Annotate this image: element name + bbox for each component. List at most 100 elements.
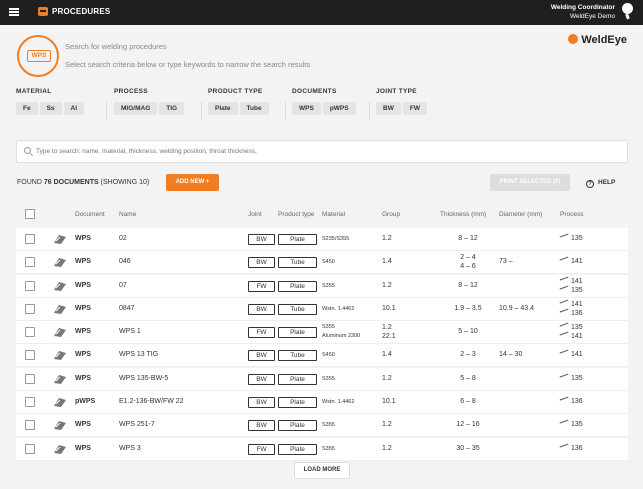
filter-divider <box>106 102 107 120</box>
process-code: 136 <box>571 444 583 452</box>
process-line: 136 <box>559 308 583 318</box>
table-row[interactable]: pWPS E1.2-136-BW/FW 22 BW Plate Wstn. 1.4462… <box>16 391 628 415</box>
table-row[interactable]: WPS WPS 13 TIG BW Tube S450 1.4 2 – 3 14 – 30 14… <box>16 344 628 368</box>
col-diameter[interactable]: Diameter (mm) <box>499 211 542 218</box>
procedure-name[interactable]: 07 <box>119 282 127 289</box>
thickness: 5 – 8 <box>460 374 476 382</box>
procedure-name[interactable]: WPS 1 <box>119 328 141 335</box>
search-input[interactable] <box>36 142 616 161</box>
procedure-name[interactable]: WPS 251-7 <box>119 421 155 428</box>
filter-chips: WPS pWPS <box>292 102 356 115</box>
group: 1.4 <box>382 351 392 359</box>
row-checkbox[interactable] <box>25 443 35 454</box>
process: 135 <box>559 233 583 243</box>
thickness: 5 – 10 <box>458 328 478 336</box>
filter-chip-plate[interactable]: Plate <box>208 102 238 115</box>
document-type-icon <box>53 256 67 268</box>
joint-badge: BW <box>248 420 275 432</box>
print-selected-button[interactable]: PRINT SELECTED (0) <box>490 174 570 191</box>
thickness: 2 – 3 <box>460 351 476 359</box>
procedure-name[interactable]: 02 <box>119 235 127 242</box>
thickness: 30 – 35 <box>456 444 480 452</box>
document-type-icon <box>53 396 67 408</box>
row-checkbox[interactable] <box>25 257 35 268</box>
thickness: 1.9 – 3.5 <box>454 304 482 312</box>
row-checkbox[interactable] <box>25 420 35 431</box>
filter-chip-tube[interactable]: Tube <box>239 102 269 115</box>
row-checkbox[interactable] <box>25 373 35 384</box>
product-type-badge: Plate <box>278 280 317 292</box>
load-more-button[interactable]: LOAD MORE <box>294 462 350 479</box>
product-type-badge: Tube <box>278 303 317 315</box>
joint-badge: FW <box>248 443 275 455</box>
col-product-type[interactable]: Product type <box>278 211 315 218</box>
user-info[interactable]: Welding Coordinator WeldEye Demo <box>551 3 615 21</box>
table-row[interactable]: WPS WPS 135-BW-5 BW Plate S355 1.2 5 – 8 135 <box>16 367 628 391</box>
filter-chip-mig-mag[interactable]: MIG/MAG <box>114 102 158 115</box>
filter-chip-fe[interactable]: Fe <box>16 102 38 115</box>
menu-icon[interactable] <box>9 8 19 16</box>
row-checkbox[interactable] <box>25 280 35 291</box>
filter-chip-wps[interactable]: WPS <box>292 102 321 115</box>
table-row[interactable]: WPS 0847 BW Tube Wstn. 1.4462 10.1 1.9 – 3.5 10… <box>16 297 628 321</box>
document-type: WPS <box>75 421 91 429</box>
row-checkbox[interactable] <box>25 350 35 361</box>
col-group[interactable]: Group <box>382 211 400 218</box>
filter-chip-fw[interactable]: FW <box>402 102 427 115</box>
process: 135 <box>559 419 583 429</box>
product-type-badge: Plate <box>278 420 317 432</box>
col-process[interactable]: Process <box>560 211 583 218</box>
col-thickness[interactable]: Thickness (mm) <box>440 211 486 218</box>
wps-logo: WPS <box>17 35 59 77</box>
material: S355 <box>322 422 335 429</box>
thickness: 2 – 44 – 6 <box>440 253 496 271</box>
row-checkbox[interactable] <box>25 327 35 338</box>
process-line: 135 <box>559 285 583 295</box>
user-avatar-icon[interactable] <box>622 3 633 14</box>
material: S355 <box>322 375 335 382</box>
filter-chip-tig[interactable]: TIG <box>159 102 185 115</box>
search-icon <box>24 147 31 154</box>
product-type-badge: Plate <box>278 397 317 409</box>
table-row[interactable]: WPS 046 BW Tube S450 1.4 2 – 44 – 6 73 –141 <box>16 251 628 275</box>
material-line: Aluminum 2300 <box>322 333 361 340</box>
material: S355 <box>322 445 335 452</box>
filter-chip-al[interactable]: Al <box>63 102 85 115</box>
row-checkbox[interactable] <box>25 303 35 314</box>
col-material[interactable]: Material <box>322 211 345 218</box>
group: 10.1 <box>382 304 396 312</box>
search-box[interactable] <box>16 140 628 163</box>
table-row[interactable]: WPS WPS 3 FW Plate S355 1.2 30 – 35 136 <box>16 437 628 461</box>
select-all-checkbox[interactable] <box>25 209 35 219</box>
filter-chip-pwps[interactable]: pWPS <box>322 102 356 115</box>
material: Wstn. 1.4462 <box>322 305 355 312</box>
document-type: pWPS <box>75 398 96 406</box>
filter-chip-bw[interactable]: BW <box>376 102 401 115</box>
row-checkbox[interactable] <box>25 397 35 408</box>
table-row[interactable]: WPS 07 FW Plate S355 1.2 8 – 12 141 135 <box>16 274 628 298</box>
product-type-badge: Plate <box>278 443 317 455</box>
process-code: 135 <box>571 324 583 332</box>
procedure-name[interactable]: WPS 135-BW-5 <box>119 375 168 382</box>
procedure-name[interactable]: WPS 13 TIG <box>119 351 158 358</box>
table-row[interactable]: WPS WPS 251-7 BW Plate S355 1.2 12 – 16 135 <box>16 414 628 438</box>
table-row[interactable]: WPS WPS 1 FW Plate S355 Aluminum 2300 1.2 22.1 5… <box>16 321 628 345</box>
add-new-button[interactable]: ADD NEW + <box>166 174 219 191</box>
welding-torch-icon <box>559 350 570 357</box>
document-type-icon <box>53 443 67 455</box>
procedure-name[interactable]: 0847 <box>119 305 135 312</box>
col-name[interactable]: Name <box>119 211 136 218</box>
table-row[interactable]: WPS 02 BW Plate S235/S355 1.2 8 – 12 135 <box>16 228 628 251</box>
document-type: WPS <box>75 235 91 242</box>
procedure-name[interactable]: E1.2-136-BW/FW 22 <box>119 398 184 405</box>
col-joint[interactable]: Joint <box>248 211 262 218</box>
row-checkbox[interactable] <box>25 234 35 244</box>
procedure-name[interactable]: 046 <box>119 258 131 265</box>
col-document[interactable]: Document <box>75 211 105 218</box>
group: 1.2 <box>382 235 392 242</box>
filter-chip-ss[interactable]: Ss <box>39 102 62 115</box>
user-org: WeldEye Demo <box>569 13 615 20</box>
procedure-name[interactable]: WPS 3 <box>119 445 141 452</box>
help-button[interactable]: ? HELP <box>586 179 615 188</box>
filter-group-joint-type: JOINT TYPE BW FW <box>376 88 427 115</box>
